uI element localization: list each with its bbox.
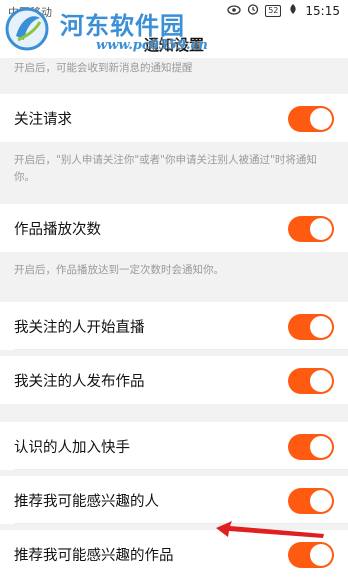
setting-label: 推荐我可能感兴趣的作品	[14, 548, 174, 564]
setting-label: 关注请求	[14, 112, 72, 128]
row-divider	[14, 349, 348, 350]
battery-icon: 52	[265, 4, 282, 17]
play-count-toggle[interactable]	[288, 216, 334, 242]
followed-publish-toggle[interactable]	[288, 368, 334, 394]
toggle-knob	[310, 108, 332, 130]
acquaintance-join-toggle[interactable]	[288, 434, 334, 460]
play-count-hint: 开启后，作品播放达到一定次数时会通知你。	[14, 264, 224, 276]
recommend-works-toggle[interactable]	[288, 542, 334, 568]
setting-row-follow-request[interactable]: 关注请求	[0, 94, 348, 142]
page-header: 通知设置	[0, 22, 348, 58]
setting-label: 作品播放次数	[14, 222, 101, 238]
carrier-label: 中国移动	[8, 6, 52, 19]
setting-row-play-count[interactable]: 作品播放次数	[0, 204, 348, 252]
toggle-knob	[310, 316, 332, 338]
setting-row-acquaintance-join[interactable]: 认识的人加入快手	[0, 422, 348, 470]
followed-live-toggle[interactable]	[288, 314, 334, 340]
setting-row-followed-live[interactable]: 我关注的人开始直播	[0, 302, 348, 350]
alarm-icon	[247, 3, 259, 18]
follow-request-toggle[interactable]	[288, 106, 334, 132]
recommend-people-toggle[interactable]	[288, 488, 334, 514]
follow-request-hint: 开启后，"别人申请关注你"或者"你申请关注别人被通过"时将通知你。	[14, 154, 317, 183]
toggle-knob	[310, 218, 332, 240]
row-divider	[14, 469, 348, 470]
clock-time: 15:15	[305, 3, 340, 18]
annotation-arrow-icon	[216, 521, 324, 538]
setting-row-followed-publish[interactable]: 我关注的人发布作品	[0, 356, 348, 404]
status-icons: 52 15:15	[227, 3, 340, 18]
eye-icon	[227, 4, 241, 18]
status-bar: 中国移动 52 15:15	[0, 0, 348, 22]
setting-label: 认识的人加入快手	[14, 440, 130, 456]
setting-label: 我关注的人开始直播	[14, 320, 145, 336]
setting-label: 我关注的人发布作品	[14, 374, 145, 390]
toggle-knob	[310, 436, 332, 458]
setting-row-recommend-people[interactable]: 推荐我可能感兴趣的人	[0, 476, 348, 524]
page-title: 通知设置	[143, 36, 204, 54]
toggle-knob	[310, 370, 332, 392]
toggle-knob	[310, 490, 332, 512]
setting-label: 推荐我可能感兴趣的人	[14, 494, 159, 510]
top-hint-text: 开启后，可能会收到新消息的通知提醒	[14, 62, 193, 74]
toggle-knob	[310, 544, 332, 566]
signal-icon	[287, 3, 299, 18]
